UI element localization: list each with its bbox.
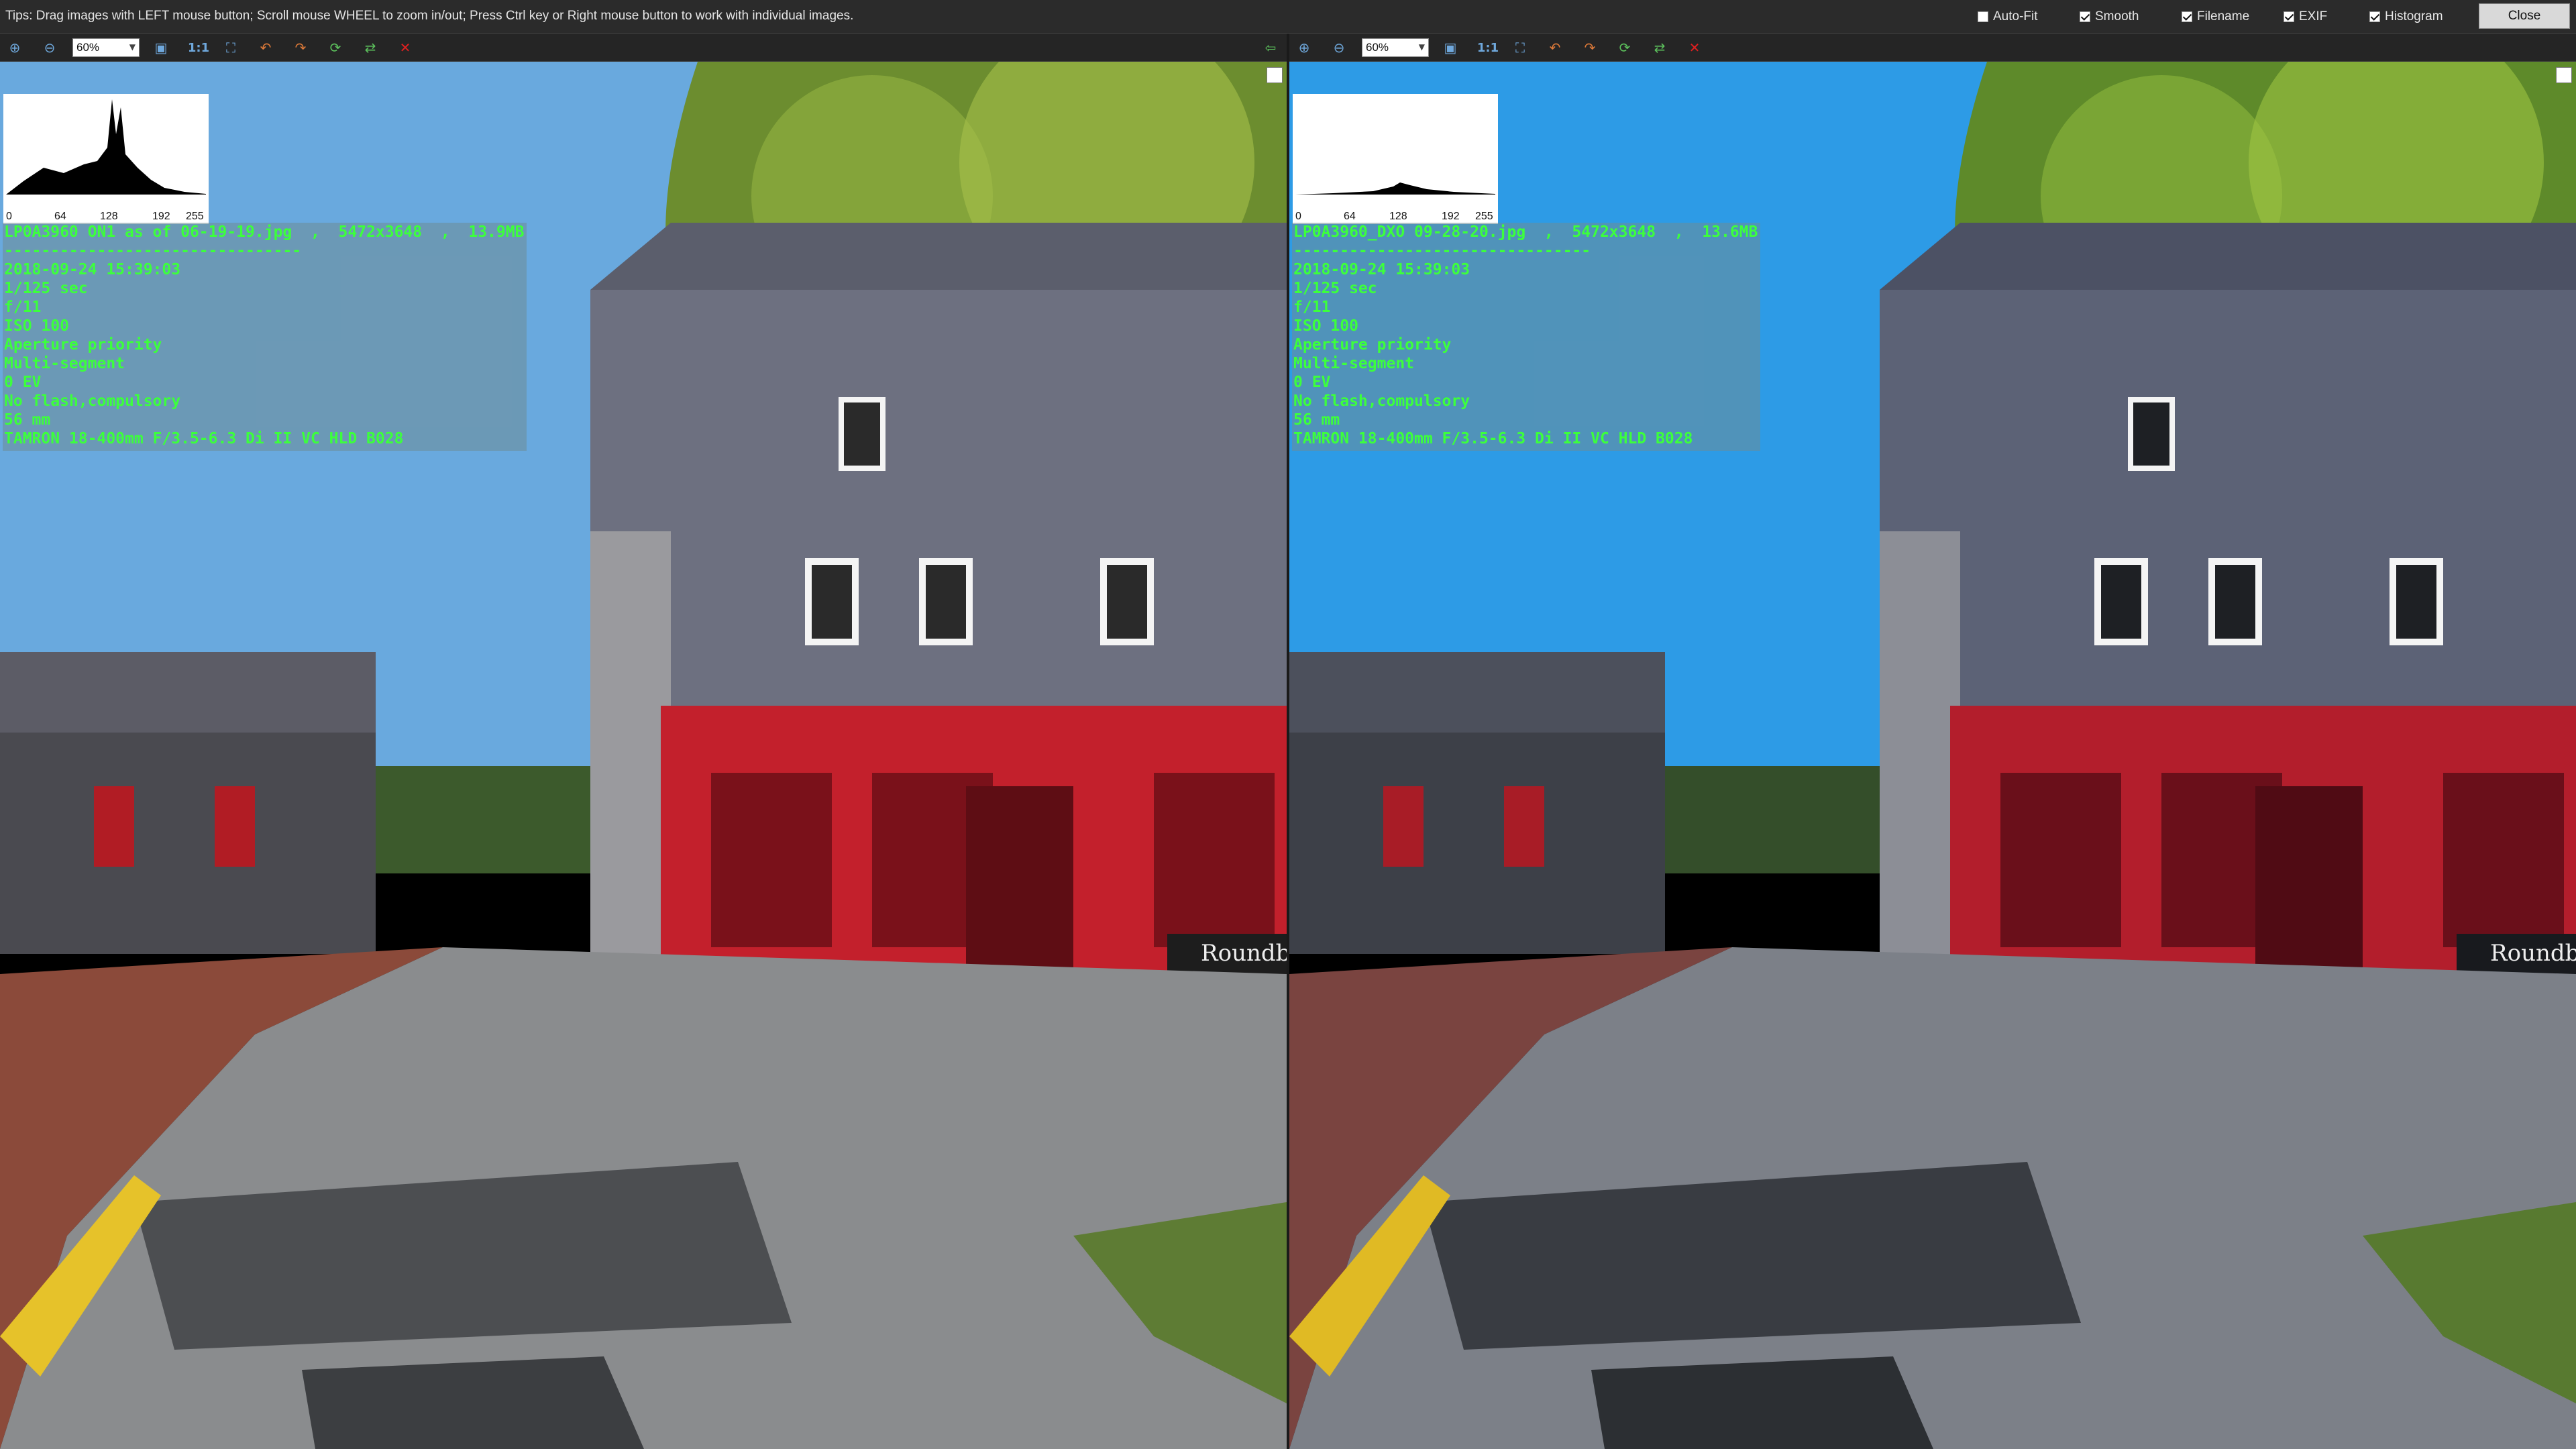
- actual-size-button[interactable]: 1:1: [1476, 39, 1500, 56]
- histogram-axis: 0 64 128 192 255: [1295, 211, 1495, 223]
- rotate-left-icon[interactable]: ↶: [256, 39, 275, 56]
- exif-datetime: 2018-09-24 15:39:03: [1293, 261, 1470, 278]
- right-image-panel[interactable]: ⊕ ⊖ 60% ▼ ▣ 1:1 ⛶ ↶ ↷ ⟳ ⇄ ✕ Roundb 0 64 …: [1289, 34, 2576, 1449]
- sign-text: Roundbird: [1201, 940, 1287, 967]
- close-image-icon[interactable]: ✕: [396, 39, 415, 56]
- histogram-tick: 192: [1442, 211, 1460, 222]
- sync-icon[interactable]: ⟳: [326, 39, 345, 56]
- filename-line: LP0A3960_DXO 09-28-20.jpg , 5472x3648 , …: [1293, 223, 1758, 241]
- exif-ev: 0 EV: [1293, 374, 1331, 391]
- tips-text: Tips: Drag images with LEFT mouse button…: [5, 9, 854, 23]
- rotate-right-icon[interactable]: ↷: [1580, 39, 1599, 56]
- checkbox-label: Histogram: [2385, 9, 2443, 23]
- exif-aperture: f/11: [4, 299, 42, 316]
- close-image-icon[interactable]: ✕: [1685, 39, 1704, 56]
- checkbox-box[interactable]: [2369, 11, 2380, 22]
- left-toolbar: ⊕ ⊖ 60% ▼ ▣ 1:1 ⛶ ↶ ↷ ⟳ ⇄ ✕ ⇦: [0, 34, 1287, 62]
- pin-icon[interactable]: ⇦: [1261, 39, 1280, 56]
- left-image[interactable]: Roundbird 0 64 128 192 255 LP0A3960 ON1 …: [0, 34, 1287, 1449]
- zoom-select[interactable]: 60% ▼: [72, 38, 140, 57]
- fit-icon[interactable]: ▣: [152, 39, 170, 56]
- zoom-value: 60%: [76, 41, 100, 54]
- exif-metering: Multi-segment: [1293, 355, 1415, 372]
- exif-lens: TAMRON 18-400mm F/3.5-6.3 Di II VC HLD B…: [1293, 430, 1693, 447]
- zoom-select[interactable]: 60% ▼: [1362, 38, 1429, 57]
- histogram: 0 64 128 192 255: [3, 94, 209, 224]
- histogram-checkbox[interactable]: Histogram: [2369, 8, 2443, 25]
- chevron-down-icon: ▼: [1418, 42, 1425, 52]
- checkbox-label: Smooth: [2095, 9, 2139, 23]
- zoom-value: 60%: [1366, 41, 1389, 54]
- checkbox-box[interactable]: [2080, 11, 2090, 22]
- exif-focal: 56 mm: [1293, 411, 1340, 429]
- histogram-curve: [1295, 182, 1495, 195]
- exif-focal: 56 mm: [4, 411, 51, 429]
- close-button[interactable]: Close: [2479, 3, 2570, 29]
- exif-shutter: 1/125 sec: [1293, 280, 1377, 297]
- checkbox-box[interactable]: [2284, 11, 2294, 22]
- right-image[interactable]: Roundbird 0 64 128 192 255 LP0A3960_DXO …: [1289, 34, 2576, 1449]
- exif-ev: 0 EV: [4, 374, 42, 391]
- sync-icon[interactable]: ⟳: [1615, 39, 1634, 56]
- histogram-tick: 255: [1475, 211, 1493, 222]
- fullscreen-icon[interactable]: ⛶: [1511, 39, 1529, 56]
- sign-text: Roundbird: [2490, 940, 2576, 967]
- histogram-axis: 0 64 128 192 255: [6, 211, 206, 223]
- actual-size-button[interactable]: 1:1: [186, 39, 211, 56]
- checkbox-label: Auto-Fit: [1993, 9, 2038, 23]
- separator-line: --------------------------------: [1293, 242, 1591, 260]
- exif-mode: Aperture priority: [1293, 336, 1452, 354]
- filename-checkbox[interactable]: Filename: [2182, 8, 2249, 25]
- histogram: 0 64 128 192 255: [1293, 94, 1498, 224]
- exif-mode: Aperture priority: [4, 336, 162, 354]
- fullscreen-icon[interactable]: ⛶: [221, 39, 240, 56]
- exif-metering: Multi-segment: [4, 355, 125, 372]
- pin-marker[interactable]: [2556, 67, 2572, 83]
- exif-overlay: LP0A3960_DXO 09-28-20.jpg , 5472x3648 , …: [1292, 223, 1761, 451]
- exif-iso: ISO 100: [4, 317, 69, 335]
- checkbox-label: Filename: [2197, 9, 2250, 23]
- exif-lens: TAMRON 18-400mm F/3.5-6.3 Di II VC HLD B…: [4, 430, 404, 447]
- histogram-tick: 64: [54, 211, 66, 222]
- exif-iso: ISO 100: [1293, 317, 1358, 335]
- histogram-curve: [6, 99, 206, 195]
- fit-icon[interactable]: ▣: [1441, 39, 1460, 56]
- rotate-left-icon[interactable]: ↶: [1546, 39, 1564, 56]
- histogram-tick: 128: [1389, 211, 1407, 222]
- exif-flash: No flash,compulsory: [1293, 392, 1470, 410]
- swap-icon[interactable]: ⇄: [1650, 39, 1669, 56]
- zoom-in-icon[interactable]: ⊕: [1295, 39, 1313, 56]
- exif-aperture: f/11: [1293, 299, 1331, 316]
- checkbox-box[interactable]: [1978, 11, 1988, 22]
- zoom-in-icon[interactable]: ⊕: [5, 39, 24, 56]
- swap-icon[interactable]: ⇄: [361, 39, 380, 56]
- pin-marker[interactable]: [1267, 67, 1283, 83]
- checkbox-box[interactable]: [2182, 11, 2192, 22]
- histogram-tick: 0: [6, 211, 12, 222]
- zoom-out-icon[interactable]: ⊖: [40, 39, 59, 56]
- exif-checkbox[interactable]: EXIF: [2284, 8, 2327, 25]
- exif-shutter: 1/125 sec: [4, 280, 88, 297]
- exif-overlay: LP0A3960 ON1 as of 06-19-19.jpg , 5472x3…: [3, 223, 527, 451]
- histogram-tick: 192: [152, 211, 170, 222]
- top-bar: Tips: Drag images with LEFT mouse button…: [0, 0, 2576, 34]
- exif-datetime: 2018-09-24 15:39:03: [4, 261, 181, 278]
- separator-line: --------------------------------: [4, 242, 302, 260]
- rotate-right-icon[interactable]: ↷: [291, 39, 310, 56]
- auto-fit-checkbox[interactable]: Auto-Fit: [1978, 8, 2038, 25]
- left-image-panel[interactable]: ⊕ ⊖ 60% ▼ ▣ 1:1 ⛶ ↶ ↷ ⟳ ⇄ ✕ ⇦ Roundb 0 6…: [0, 34, 1287, 1449]
- filename-line: LP0A3960 ON1 as of 06-19-19.jpg , 5472x3…: [4, 223, 525, 241]
- histogram-tick: 255: [186, 211, 204, 222]
- exif-flash: No flash,compulsory: [4, 392, 181, 410]
- histogram-tick: 64: [1344, 211, 1356, 222]
- histogram-tick: 128: [100, 211, 118, 222]
- zoom-out-icon[interactable]: ⊖: [1330, 39, 1348, 56]
- right-toolbar: ⊕ ⊖ 60% ▼ ▣ 1:1 ⛶ ↶ ↷ ⟳ ⇄ ✕: [1289, 34, 2576, 62]
- chevron-down-icon: ▼: [129, 42, 136, 52]
- checkbox-label: EXIF: [2299, 9, 2328, 23]
- histogram-tick: 0: [1295, 211, 1301, 222]
- smooth-checkbox[interactable]: Smooth: [2080, 8, 2139, 25]
